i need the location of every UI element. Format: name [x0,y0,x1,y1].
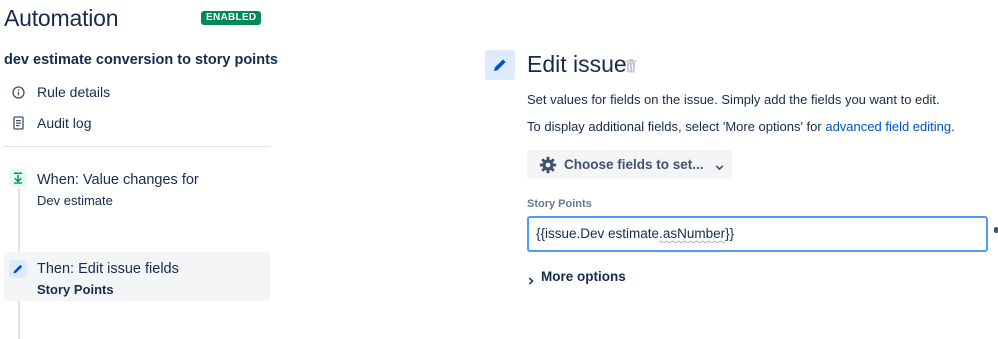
scroll-handle[interactable] [994,227,998,233]
panel-description: Set values for fields on the issue. Simp… [527,92,940,107]
action-step-title: Then: Edit issue fields [37,261,179,277]
additional-fields-prefix: To display additional fields, select 'Mo… [527,119,826,134]
trigger-icon [9,169,27,187]
rule-name: dev estimate conversion to story points [4,52,278,68]
choose-fields-button[interactable]: Choose fields to set... [527,150,732,179]
additional-fields-text: To display additional fields, select 'Mo… [527,119,955,134]
panel-title: Edit issue [527,51,627,77]
trigger-step[interactable]: When: Value changes for Dev estimate [4,163,270,223]
audit-log-link[interactable]: Audit log [11,113,91,133]
trigger-step-subtitle: Dev estimate [37,193,113,208]
more-options-label: More options [541,269,626,284]
edit-issue-icon [485,50,515,80]
divider [4,146,270,147]
chevron-down-icon [715,160,724,171]
spellcheck-underline [659,240,726,243]
advanced-field-editing-link[interactable]: advanced field editing [825,119,951,134]
choose-fields-label: Choose fields to set... [564,157,704,172]
rule-details-link[interactable]: Rule details [11,82,110,102]
trigger-step-title: When: Value changes for [37,172,199,188]
action-step-subtitle: Story Points [37,282,114,297]
status-badge: ENABLED [201,11,262,25]
page-title: Automation [4,5,119,31]
pencil-icon [9,260,27,278]
more-options-toggle[interactable]: More options [527,269,626,285]
info-icon [11,85,25,99]
additional-fields-suffix: . [951,119,955,134]
rule-details-label: Rule details [37,84,111,100]
chevron-right-icon [527,273,535,285]
gear-icon [539,156,557,174]
trash-icon[interactable] [625,59,637,73]
document-icon [11,116,25,130]
action-step[interactable]: Then: Edit issue fields Story Points [4,252,270,301]
story-points-label: Story Points [527,198,592,210]
audit-log-label: Audit log [37,115,92,131]
story-points-input[interactable]: {{issue.Dev estimate.asNumber}} [527,216,988,252]
